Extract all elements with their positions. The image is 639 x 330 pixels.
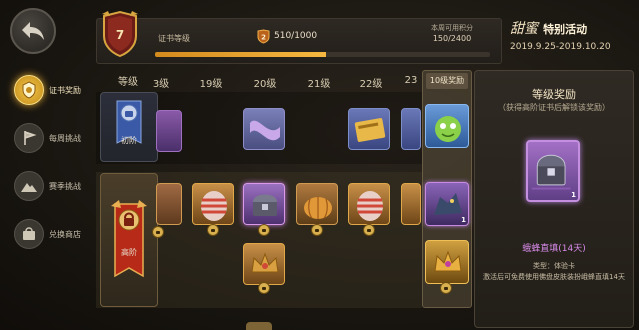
side-nav: 证书奖励 每周挑战 赛季挑战 兑换商店	[14, 66, 94, 258]
event-title: 甜蜜 特别活动	[510, 18, 636, 38]
reward-cell-lvl10-adv[interactable]: 1	[425, 182, 469, 226]
nav-item-season[interactable]: 赛季挑战	[14, 162, 94, 210]
reward-cell-basic-lvl19	[192, 108, 234, 150]
reward-cell-basic-lvl22[interactable]	[348, 108, 390, 150]
item-count: 1	[571, 191, 576, 199]
panel-title: 等级奖励	[532, 88, 576, 101]
reward-cell-adv-lvl3[interactable]	[156, 183, 182, 225]
reward-cell-lvl10-adv-b[interactable]	[425, 240, 469, 284]
back-arrow-icon	[22, 22, 44, 40]
nav-label: 每周挑战	[49, 133, 81, 143]
level10-header: 10级奖励	[426, 73, 468, 89]
weekly-points-label: 本周可用积分	[431, 24, 473, 32]
lock-icon	[207, 224, 219, 236]
column-label: 20级	[253, 79, 277, 90]
xp-shield-icon: 2	[257, 29, 270, 44]
event-dates: 2019.9.25-2019.10.20	[510, 42, 611, 52]
column-label: 3级	[152, 79, 170, 90]
card-icon	[354, 118, 386, 142]
reward-cell-adv-lvl20-b[interactable]	[243, 243, 285, 285]
column-label: 21级	[307, 79, 331, 90]
striped-egg-icon	[357, 191, 383, 221]
nav-item-certificate[interactable]: 证书奖励	[14, 66, 94, 114]
level-number: 7	[116, 28, 124, 42]
bottom-decoration	[246, 322, 272, 330]
lock-icon	[311, 224, 323, 236]
lock-icon	[152, 226, 164, 238]
lock-icon	[440, 282, 452, 294]
reward-cell-adv-lvl21[interactable]	[296, 183, 338, 225]
reward-cell-basic-lvl23[interactable]	[401, 108, 421, 150]
flag-icon	[14, 123, 44, 153]
reward-cell-adv-lvl19[interactable]	[192, 183, 234, 225]
nav-item-weekly[interactable]: 每周挑战	[14, 114, 94, 162]
lock-icon	[258, 224, 270, 236]
crown-icon	[251, 252, 279, 273]
item-count: 1	[461, 216, 466, 224]
xp-progress-fill	[155, 52, 326, 57]
chest-icon	[253, 194, 277, 216]
tier-basic-label: 初阶	[121, 136, 137, 145]
selected-reward-item[interactable]: 1	[526, 140, 580, 202]
column-label: 19级	[199, 79, 223, 90]
tier-advanced-label: 高阶	[121, 248, 137, 257]
crown-icon	[434, 250, 462, 272]
pumpkin-icon	[304, 197, 332, 219]
weekly-points-value: 150/2400	[432, 34, 472, 43]
nav-label: 证书奖励	[49, 85, 81, 95]
advanced-banner-icon	[111, 200, 147, 278]
mountain-icon	[14, 171, 44, 201]
panel-subtitle: （获得高阶证书后解锁该奖励）	[498, 103, 610, 112]
reward-cell-adv-lvl23[interactable]	[401, 183, 421, 225]
item-name: 蛾蜂直填(14天)	[522, 244, 586, 254]
level-label: 证书等级	[158, 34, 190, 43]
tier-basic-card: 初阶	[100, 92, 158, 162]
reward-cell-adv-lvl20[interactable]	[243, 183, 285, 225]
lock-icon	[258, 282, 270, 294]
green-creature-icon	[435, 116, 461, 142]
reward-cell-basic-lvl20[interactable]	[243, 108, 285, 150]
back-button[interactable]	[10, 8, 56, 54]
event-title-sub: 特别活动	[543, 23, 588, 36]
xp-badge-number: 2	[261, 34, 266, 42]
reward-cell-basic-lvl21	[296, 108, 338, 150]
xp-progress-bar	[155, 52, 490, 57]
nav-label: 兑换商店	[49, 229, 81, 239]
game-screen: 证书奖励 每周挑战 赛季挑战 兑换商店 7 证书等级 2 510/1000 本周…	[0, 0, 639, 330]
certificate-icon	[14, 75, 44, 105]
shop-icon	[14, 219, 44, 249]
nav-label: 赛季挑战	[49, 181, 81, 191]
ribbon-icon	[250, 120, 280, 141]
striped-egg-icon	[201, 191, 227, 221]
lock-icon	[363, 224, 375, 236]
item-type: 类型：体验卡	[533, 262, 575, 270]
event-title-main: 甜蜜	[510, 21, 538, 37]
nav-item-shop[interactable]: 兑换商店	[14, 210, 94, 258]
column-label: 22级	[359, 79, 383, 90]
reward-cell-adv-lvl22[interactable]	[348, 183, 390, 225]
item-description: 激活后可免费使用佛盘皮肤装扮峨蜂直填14天	[483, 273, 625, 281]
xp-text: 510/1000	[274, 31, 318, 41]
level-shield-icon: 7	[102, 10, 138, 58]
reward-cell-basic-lvl3[interactable]	[156, 110, 182, 152]
tier-advanced-card: 高阶	[100, 173, 158, 307]
reward-cell-lvl10-basic[interactable]	[425, 104, 469, 148]
